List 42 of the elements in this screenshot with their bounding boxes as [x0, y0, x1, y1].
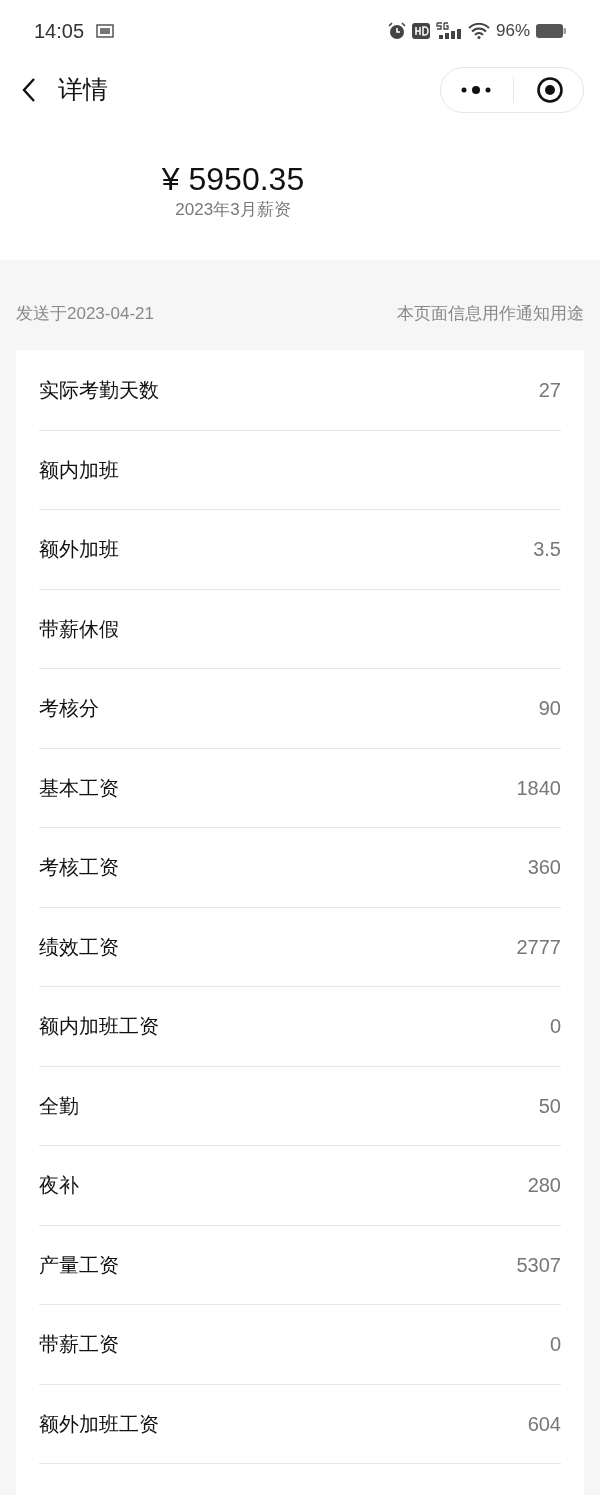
back-icon[interactable] [22, 77, 36, 103]
row-value: 360 [527, 855, 561, 881]
row-value: 27 [538, 377, 561, 403]
row-value: 50 [538, 1093, 561, 1119]
row-label: 产量工资 [39, 1252, 119, 1278]
row-label: 额外加班工资 [39, 1411, 159, 1437]
row-label: 带薪休假 [39, 616, 119, 642]
cellular-signal-icon [435, 22, 462, 40]
row-value: 2777 [516, 934, 561, 960]
row-label: 夜补 [39, 1173, 79, 1199]
row-label: 额内加班 [39, 457, 119, 483]
row-value: 0 [549, 1014, 561, 1040]
row-label: 额内加班工资 [39, 1014, 159, 1040]
status-time: 14:05 [34, 19, 85, 44]
hd-icon [411, 23, 430, 39]
alarm-icon [387, 22, 406, 40]
row-label: 实际考勤天数 [39, 377, 159, 403]
battery-percent: 96% [495, 20, 530, 43]
row-label: 全勤 [39, 1093, 79, 1119]
page-title: 详情 [58, 74, 108, 106]
close-icon[interactable] [536, 76, 564, 104]
more-icon[interactable] [461, 85, 491, 95]
row-value: 604 [527, 1411, 561, 1437]
sent-date: 发送于2023-04-21 [16, 303, 154, 325]
row-value: 3.5 [533, 537, 561, 563]
row-label: 带薪工资 [39, 1332, 119, 1358]
row-value: 1840 [516, 775, 561, 801]
row-label: 考核工资 [39, 855, 119, 881]
row-value: 280 [527, 1173, 561, 1199]
row-value: 0 [549, 1332, 561, 1358]
salary-amount: ¥ 5950.35 [161, 160, 305, 198]
row-label: 绩效工资 [39, 934, 119, 960]
notice-text: 本页面信息用作通知用途 [397, 303, 584, 325]
row-value: 90 [538, 696, 561, 722]
notification-icon [96, 24, 115, 38]
wifi-icon [467, 23, 490, 39]
row-label: 基本工资 [39, 775, 119, 801]
row-label: 额外加班 [39, 537, 119, 563]
battery-icon [536, 24, 566, 38]
row-label: 考核分 [39, 696, 99, 722]
row-value: 5307 [516, 1252, 561, 1278]
salary-period: 2023年3月薪资 [175, 199, 291, 221]
